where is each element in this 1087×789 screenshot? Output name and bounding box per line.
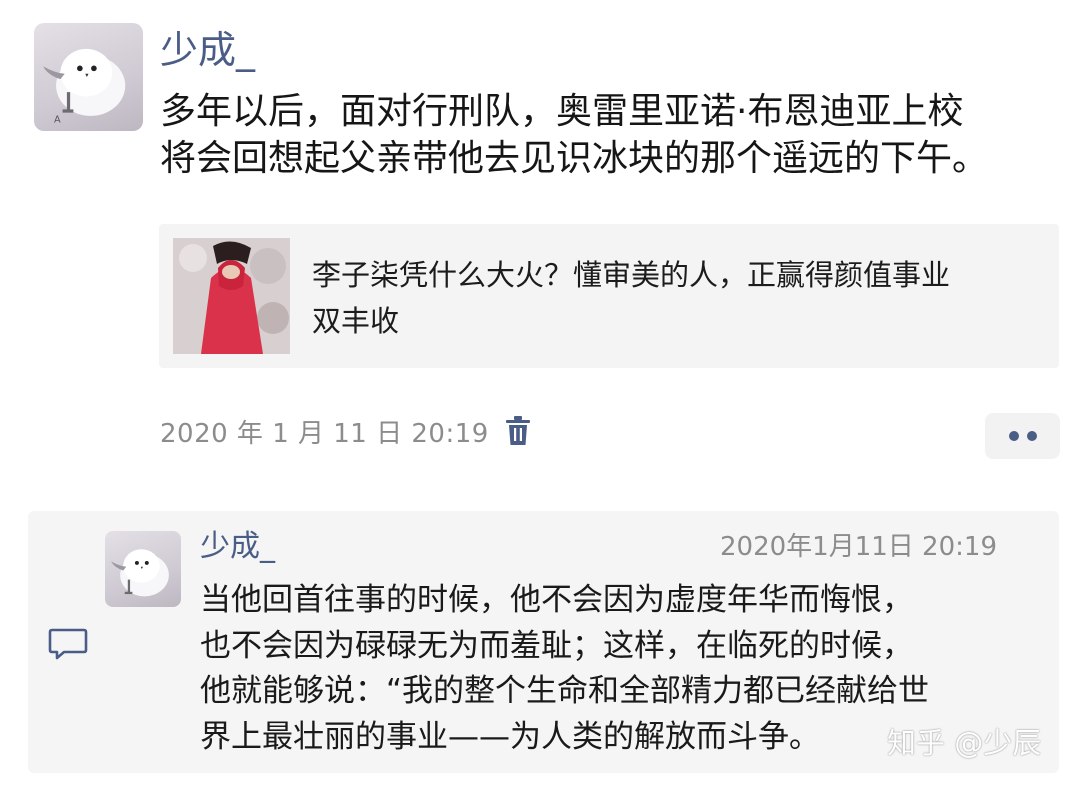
linked-article-card[interactable]: 李子柒凭什么大火？懂审美的人，正赢得颜值事业 双丰收 xyxy=(159,224,1059,368)
post-content: 多年以后，面对行刑队，奥雷里亚诺·布恩迪亚上校 将会回想起父亲带他去见识冰块的那… xyxy=(160,88,1065,182)
watermark: 知乎 @少辰 xyxy=(887,726,1042,760)
reply-content-line: 当他回首往事的时候，他不会因为虚度年华而悔恨， xyxy=(200,582,913,618)
author-avatar[interactable]: A xyxy=(34,23,143,131)
post-timestamp: 2020 年 1 月 11 日 20:19 xyxy=(160,418,489,449)
reply-timestamp: 2020年1月11日 20:19 xyxy=(720,532,997,562)
more-dots-icon xyxy=(1026,431,1037,441)
article-title[interactable]: 李子柒凭什么大火？懂审美的人，正赢得颜值事业 双丰收 xyxy=(312,252,1052,344)
article-title-line: 李子柒凭什么大火？懂审美的人，正赢得颜值事业 xyxy=(312,258,951,292)
bird-avatar-image xyxy=(111,549,169,597)
article-thumbnail xyxy=(173,238,290,354)
reply-content-line: 他就能够说：“我的整个生命和全部精力都已经献给世 xyxy=(200,673,930,709)
post-content-line: 多年以后，面对行刑队，奥雷里亚诺·布恩迪亚上校 xyxy=(160,91,964,132)
reply-content-line: 也不会因为碌碌无为而羞耻；这样，在临死的时候， xyxy=(200,627,913,664)
thumbnail-image xyxy=(173,238,290,354)
post-detail-page: A 少成_ 多年以后，面对行刑队，奥雷里亚诺·布恩迪亚上校 将会回想起父亲带他去… xyxy=(0,0,1087,789)
more-options-button[interactable] xyxy=(985,413,1060,459)
bird-avatar-image: A xyxy=(43,48,126,125)
post-author-name[interactable]: 少成_ xyxy=(160,26,255,74)
trash-icon[interactable] xyxy=(503,415,533,447)
reply-author-avatar[interactable] xyxy=(105,531,181,607)
article-title-line: 双丰收 xyxy=(312,304,400,338)
more-dots-icon xyxy=(1008,431,1019,441)
svg-text:A: A xyxy=(54,114,61,125)
post-content-line: 将会回想起父亲带他去见识冰块的那个遥远的下午。 xyxy=(160,138,989,179)
comment-icon[interactable] xyxy=(48,627,88,661)
post-meta: 2020 年 1 月 11 日 20:19 xyxy=(160,412,533,450)
reply-author-name[interactable]: 少成_ xyxy=(200,527,275,567)
